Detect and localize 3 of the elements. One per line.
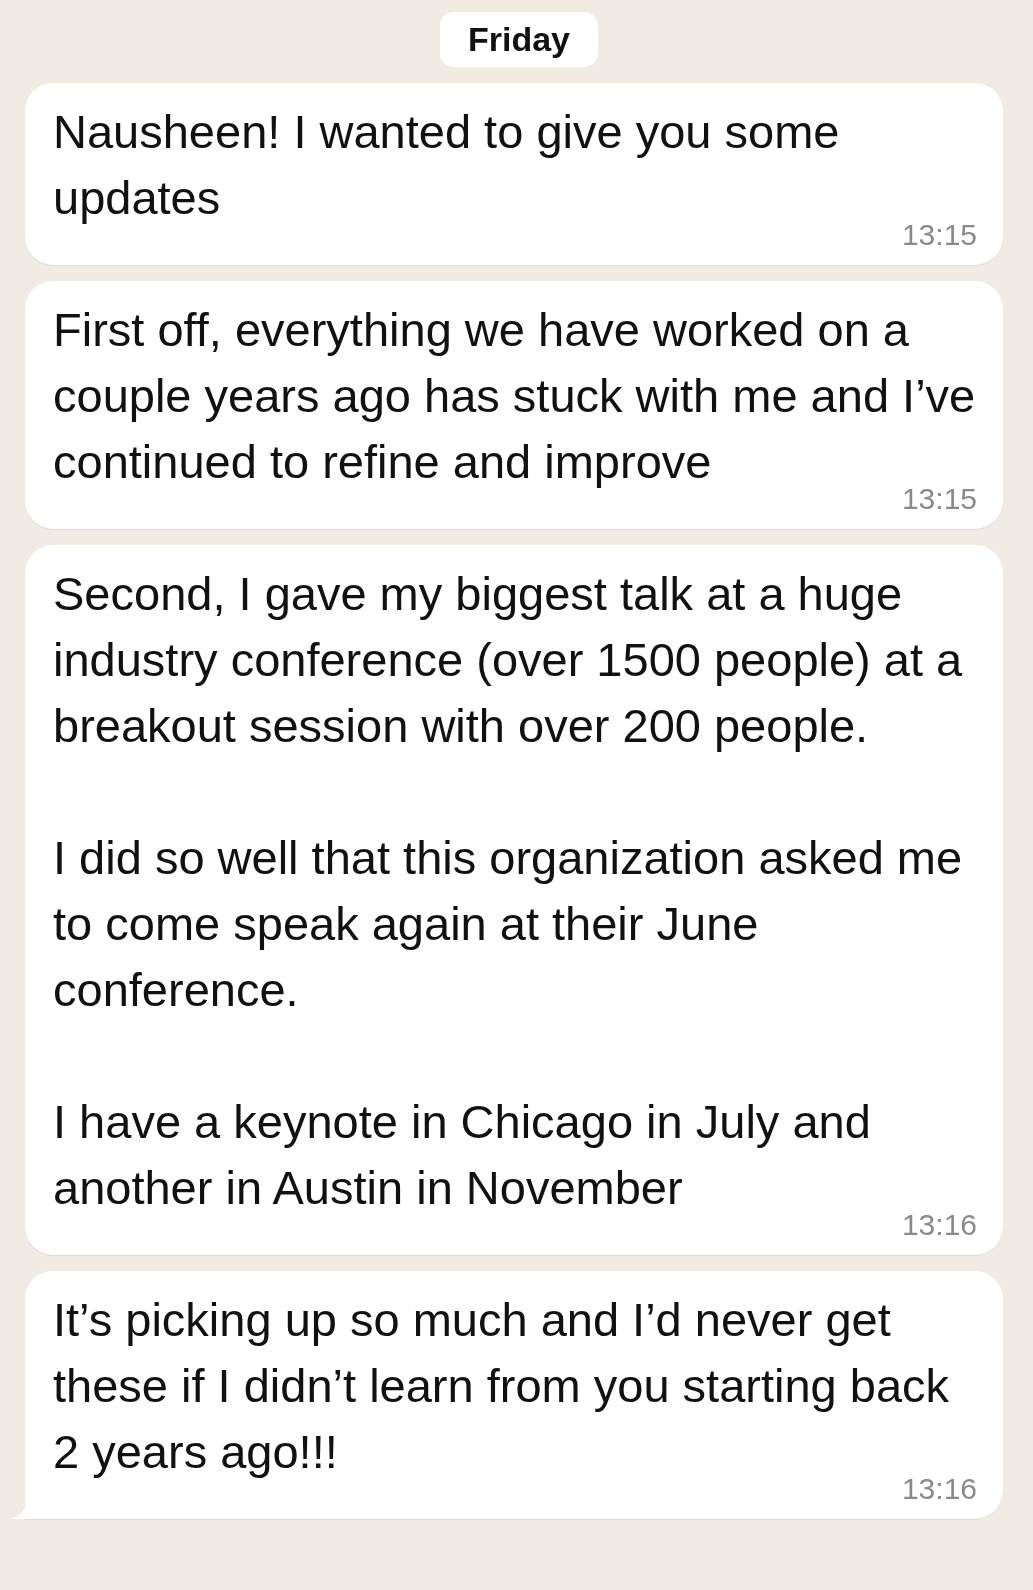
date-divider: Friday [439,12,598,67]
message-text: Nausheen! I wanted to give you some updates [53,104,841,226]
message-time: 13:15 [901,218,977,251]
